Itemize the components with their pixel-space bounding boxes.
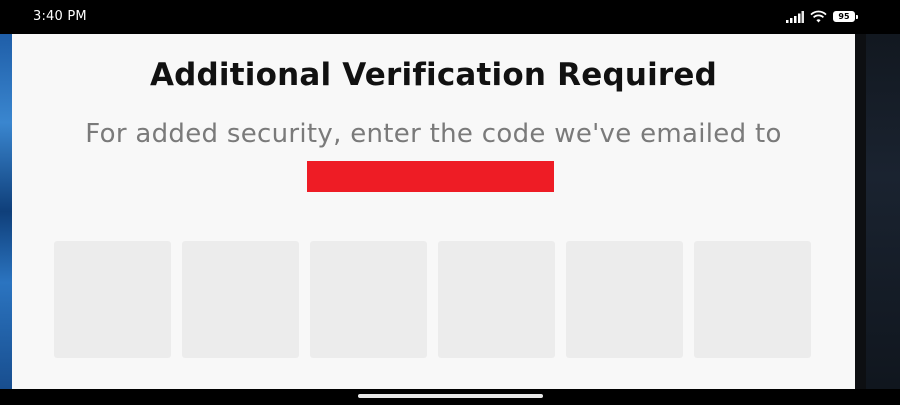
- signal-icon: [786, 10, 804, 23]
- status-icons: 95: [786, 10, 858, 23]
- code-digit-6[interactable]: [694, 241, 811, 358]
- screen: 3:40 PM 95 Additional Verification Requi…: [0, 0, 900, 405]
- code-digit-1[interactable]: [54, 241, 171, 358]
- dialog-title: Additional Verification Required: [149, 57, 718, 93]
- status-bar: 3:40 PM 95: [0, 0, 900, 34]
- code-digit-4[interactable]: [438, 241, 555, 358]
- dialog-subtitle: For added security, enter the code we've…: [85, 119, 782, 149]
- battery-icon: 95: [833, 11, 858, 22]
- code-digit-2[interactable]: [182, 241, 299, 358]
- redacted-email: [307, 161, 554, 192]
- wifi-icon: [810, 10, 827, 23]
- battery-level: 95: [838, 11, 850, 21]
- home-gesture-handle[interactable]: [358, 394, 543, 398]
- code-input-row: [54, 241, 811, 358]
- status-time: 3:40 PM: [33, 9, 87, 24]
- verification-dialog: Additional Verification Required For add…: [12, 34, 855, 389]
- code-digit-3[interactable]: [310, 241, 427, 358]
- code-digit-5[interactable]: [566, 241, 683, 358]
- background-app-divider: [855, 34, 866, 389]
- navigation-bar: [0, 389, 900, 405]
- background-app-left-edge: [0, 34, 12, 389]
